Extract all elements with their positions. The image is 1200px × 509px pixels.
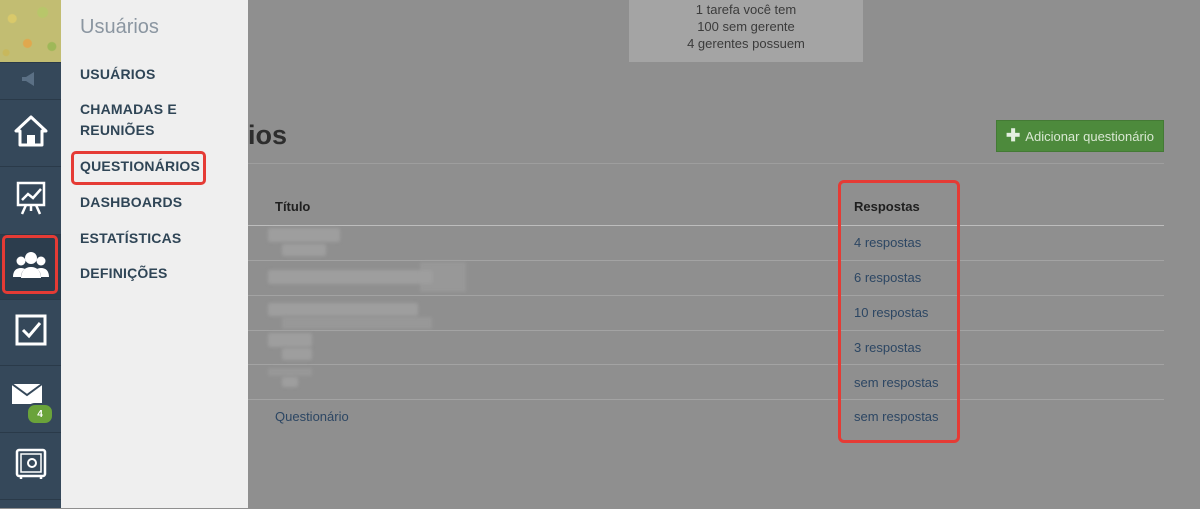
- chart-easel-icon: [16, 181, 46, 220]
- table-header-divider: [248, 225, 1164, 226]
- blurred-title: [268, 333, 312, 347]
- column-header-title[interactable]: Título: [275, 199, 310, 214]
- icon-sidebar: 4: [0, 0, 61, 508]
- flyout-title: Usuários: [80, 16, 159, 38]
- add-questionnaire-button[interactable]: ✚ Adicionar questionário: [996, 120, 1164, 152]
- questionnaire-title-link[interactable]: Questionário: [275, 409, 349, 424]
- blurred-title: [282, 348, 312, 360]
- users-button-highlight: [2, 235, 58, 294]
- blurred-title: [420, 262, 466, 292]
- home-icon: [14, 115, 48, 152]
- checkbox-icon: [15, 314, 47, 351]
- table-row-divider: [248, 330, 1164, 331]
- avatar[interactable]: [0, 0, 61, 62]
- menu-item-calls-meetings-line2[interactable]: REUNIÕES: [80, 120, 155, 141]
- users-flyout-menu: Usuários USUÁRIOS CHAMADAS E REUNIÕES QU…: [61, 0, 248, 508]
- safe-button[interactable]: [0, 432, 61, 499]
- responses-column-highlight: [838, 180, 960, 443]
- tasks-button[interactable]: [0, 299, 61, 365]
- blurred-title: [268, 270, 433, 284]
- table-row-divider: [248, 364, 1164, 365]
- notice-line: 1 tarefa você tem: [695, 2, 797, 17]
- page-title: ios: [248, 120, 288, 150]
- announcements-button[interactable]: [0, 62, 61, 99]
- blurred-title: [268, 303, 418, 316]
- notification-summary: 1 tarefa você tem 100 sem gerente 4 gere…: [629, 0, 863, 62]
- blurred-title: [282, 244, 326, 256]
- menu-item-settings[interactable]: DEFINIÇÕES: [80, 263, 168, 284]
- add-questionnaire-label: Adicionar questionário: [1025, 128, 1154, 144]
- blurred-title: [268, 368, 312, 376]
- blurred-title: [282, 317, 432, 329]
- title-divider: [248, 163, 1164, 164]
- megaphone-icon: [20, 71, 42, 92]
- menu-item-users[interactable]: USUÁRIOS: [80, 64, 156, 85]
- table-row-divider: [248, 295, 1164, 296]
- table-row-divider: [248, 399, 1164, 400]
- safe-icon: [15, 448, 47, 485]
- menu-item-calls-meetings[interactable]: CHAMADAS E: [80, 99, 177, 120]
- menu-item-statistics[interactable]: ESTATÍSTICAS: [80, 228, 181, 249]
- questionnaires-highlight: [71, 151, 206, 185]
- notice-line: 4 gerentes possuem: [687, 36, 805, 51]
- blurred-title: [282, 377, 298, 387]
- plus-icon: ✚: [1006, 126, 1021, 145]
- table-row-divider: [248, 260, 1164, 261]
- reports-button[interactable]: [0, 166, 61, 234]
- blurred-title: [268, 228, 340, 242]
- menu-item-dashboards[interactable]: DASHBOARDS: [80, 192, 182, 213]
- unread-messages-badge: 4: [26, 403, 54, 425]
- home-button[interactable]: [0, 99, 61, 166]
- notice-line: 100 sem gerente: [697, 19, 795, 34]
